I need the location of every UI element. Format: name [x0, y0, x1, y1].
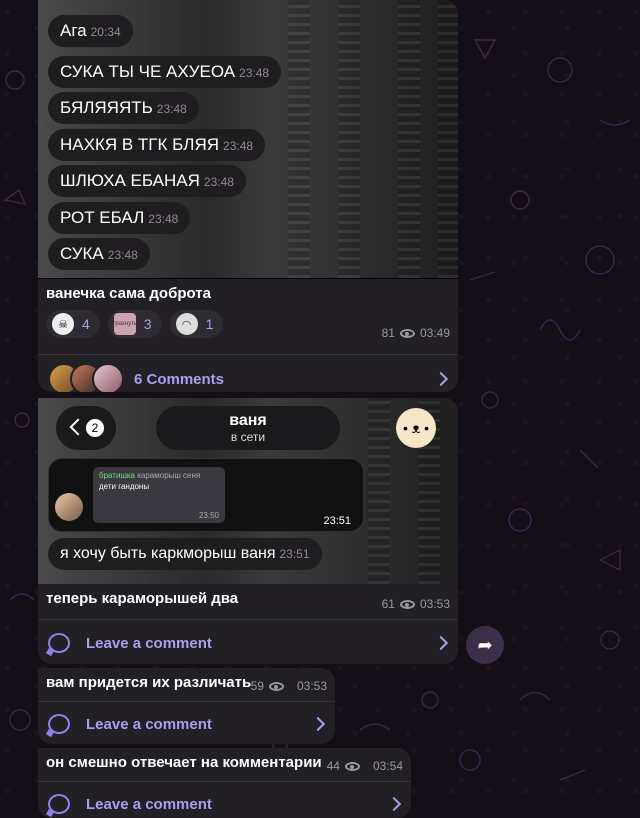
post-time: 03:53 — [419, 597, 450, 611]
message-bubble: я хочу быть каркморыш ваня 23:51 — [48, 538, 322, 570]
channel-post-1: Ага 20:34 СУКА ТЫ ЧЕ АХУЕОА 23:48 БЯЛЯЯЯТЬ… — [38, 0, 458, 392]
reaction-count: 4 — [82, 316, 90, 332]
comment-bubble-icon — [48, 714, 70, 734]
back-button[interactable]: 2 — [56, 406, 116, 450]
post-time: 03:54 — [372, 759, 403, 773]
chevron-right-icon — [310, 716, 326, 732]
view-count: 61 — [381, 597, 395, 611]
comments-button[interactable]: 6 Comments — [38, 355, 458, 392]
reaction-ghost[interactable]: ◠ 1 — [169, 310, 224, 338]
eye-icon — [268, 681, 284, 691]
leave-comment-button[interactable]: Leave a comment — [38, 702, 335, 744]
chat-status: в сети — [230, 430, 266, 444]
post-meta: 81 03:49 — [382, 326, 450, 340]
message-bubble: Ага 20:34 — [48, 15, 133, 47]
trahnut-sticker-icon: трахнуть — [113, 313, 137, 335]
forward-avatar — [55, 493, 83, 521]
share-button[interactable]: ➦ — [466, 626, 504, 664]
chevron-right-icon — [433, 635, 449, 651]
reaction-count: 3 — [143, 316, 152, 332]
post-2-screenshot-image: 2 ваня в сети • ᴥ • братишка караморыш с… — [38, 398, 458, 584]
comments-label: Leave a comment — [86, 634, 212, 652]
forwarded-message: братишка караморыш сеня дети гандоны 23:… — [48, 458, 364, 532]
message-bubble: СУКА ТЫ ЧЕ АХУЕОА 23:48 — [48, 56, 282, 88]
reaction-sticker[interactable]: трахнуть 3 — [107, 310, 162, 338]
comment-bubble-icon — [48, 633, 70, 653]
skull-face-icon: ☠ — [52, 313, 74, 335]
message-bubble: РОТ ЕБАЛ 23:48 — [48, 202, 191, 234]
post-meta: 44 03:54 — [327, 759, 403, 773]
chat-avatar[interactable]: • ᴥ • — [396, 408, 436, 448]
view-count: 81 — [381, 326, 395, 340]
forward-time: 23:51 — [323, 515, 351, 527]
comments-label: 6 Comments — [134, 370, 225, 388]
eye-icon — [399, 328, 415, 338]
view-count: 59 — [250, 679, 264, 693]
comments-label: Leave a comment — [86, 715, 212, 733]
post-meta: 61 03:53 — [382, 597, 450, 611]
post-time: 03:53 — [296, 679, 327, 693]
reaction-count: 1 — [205, 316, 214, 332]
view-count: 44 — [326, 759, 340, 773]
forward-card: братишка караморыш сеня дети гандоны 23:… — [93, 467, 225, 523]
post-time: 03:49 — [419, 326, 450, 340]
leave-comment-button[interactable]: Leave a comment — [38, 782, 411, 818]
chevron-left-icon — [69, 418, 87, 436]
leave-comment-button[interactable]: Leave a comment — [38, 620, 458, 664]
share-arrow-icon: ➦ — [477, 634, 493, 655]
chat-name: ваня — [229, 412, 267, 429]
eye-icon — [344, 761, 360, 771]
eye-icon — [399, 599, 415, 609]
unread-count-badge: 2 — [86, 419, 104, 437]
channel-post-3: вам придется их различать 59 03:53 Leave… — [38, 668, 335, 744]
message-bubble: БЯЛЯЯЯТЬ 23:48 — [48, 92, 199, 124]
message-bubble: ШЛЮХА ЕБАНАЯ 23:48 — [48, 165, 246, 197]
post-1-screenshot-image: Ага 20:34 СУКА ТЫ ЧЕ АХУЕОА 23:48 БЯЛЯЯЯТЬ… — [38, 0, 458, 279]
comments-label: Leave a comment — [86, 795, 212, 813]
chevron-right-icon — [386, 796, 402, 812]
chevron-right-icon — [433, 371, 449, 387]
post-meta: 59 03:53 — [251, 679, 327, 693]
post-caption: ванечка сама доброта — [46, 285, 211, 302]
commenter-avatar — [92, 363, 124, 392]
message-bubble: СУКА 23:48 — [48, 238, 150, 270]
comment-bubble-icon — [48, 794, 70, 814]
chat-header-title[interactable]: ваня в сети — [156, 406, 340, 450]
channel-post-4: он смешно отвечает на комментарии 44 03:… — [38, 748, 411, 818]
reaction-skull[interactable]: ☠ 4 — [46, 310, 100, 338]
ghost-icon: ◠ — [175, 313, 198, 335]
message-bubble: НАХКЯ В ТГК БЛЯЯ 23:48 — [48, 129, 266, 161]
channel-post-2: 2 ваня в сети • ᴥ • братишка караморыш с… — [38, 398, 458, 664]
